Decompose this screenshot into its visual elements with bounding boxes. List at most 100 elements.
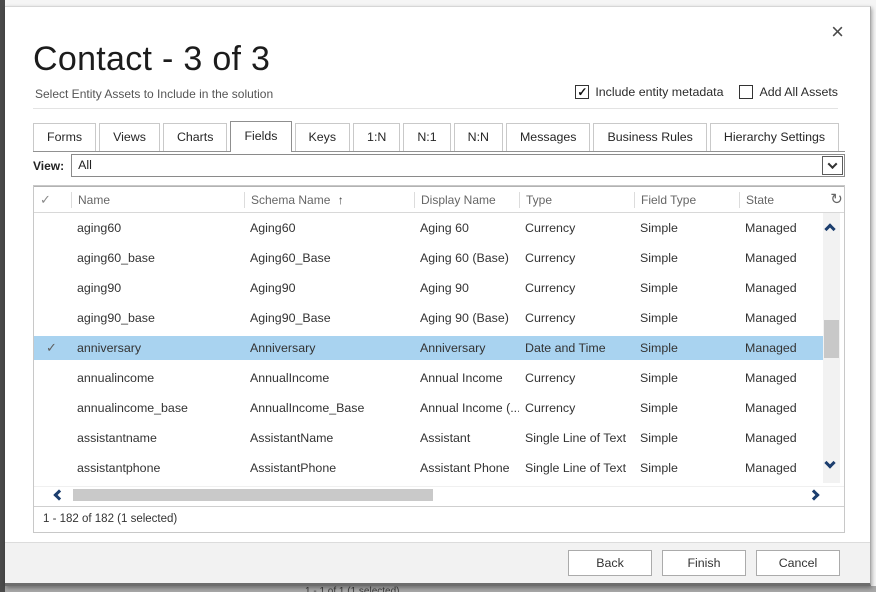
cell-field-type: Simple: [634, 336, 739, 360]
include-entity-metadata-label: Include entity metadata: [595, 85, 723, 99]
column-header-display-name[interactable]: Display Name: [414, 192, 519, 208]
cell-name: aging60: [71, 216, 244, 240]
cell-type: Currency: [519, 246, 634, 270]
column-header-schema-name[interactable]: Schema Name ↑: [244, 192, 414, 208]
cell-type: Currency: [519, 276, 634, 300]
horizontal-scrollbar-thumb[interactable]: [73, 489, 433, 501]
cell-type: Single Line of Text: [519, 426, 634, 450]
table-row-annualincome-base[interactable]: annualincome_base AnnualIncome_Base Annu…: [34, 393, 823, 423]
table-row-annualincome[interactable]: annualincome AnnualIncome Annual Income …: [34, 363, 823, 393]
footer-button-back[interactable]: Back: [568, 550, 652, 576]
cell-field-type: Simple: [634, 276, 739, 300]
vertical-scrollbar-thumb[interactable]: [824, 320, 839, 358]
include-entity-metadata-checkbox[interactable]: ✓ Include entity metadata: [575, 85, 723, 99]
tab-messages[interactable]: Messages: [506, 123, 590, 151]
cell-display-name: Anniversary: [414, 336, 519, 360]
column-header-field-type[interactable]: Field Type: [634, 192, 739, 208]
cell-schema-name: Aging90: [244, 276, 414, 300]
cell-schema-name: Aging60_Base: [244, 246, 414, 270]
cell-name: assistantphone: [71, 456, 244, 480]
tab-charts[interactable]: Charts: [163, 123, 228, 151]
scroll-left-icon[interactable]: [53, 489, 64, 500]
tab-forms[interactable]: Forms: [33, 123, 96, 151]
cell-state: Managed: [739, 216, 823, 240]
select-entity-assets-dialog: × Contact - 3 of 3 Select Entity Assets …: [5, 6, 871, 586]
cell-state: Managed: [739, 336, 823, 360]
cell-state: Managed: [739, 456, 823, 480]
cell-display-name: Annual Income: [414, 366, 519, 390]
view-filter-label: View:: [33, 159, 64, 173]
horizontal-scrollbar[interactable]: [34, 486, 844, 503]
tab-n-1[interactable]: N:1: [403, 123, 450, 151]
checkbox-unchecked-icon[interactable]: [739, 85, 753, 99]
asset-tabs: Forms Views Charts Fields Keys 1:N N:1: [33, 121, 845, 152]
grid-body: aging60 Aging60 Aging 60 Currency Simple…: [34, 213, 844, 483]
scroll-right-icon[interactable]: [808, 489, 819, 500]
checkbox-checked-icon[interactable]: ✓: [575, 85, 589, 99]
tab-n-n[interactable]: N:N: [454, 123, 503, 151]
grid-rows: aging60 Aging60 Aging 60 Currency Simple…: [34, 213, 823, 483]
table-row-assistantphone[interactable]: assistantphone AssistantPhone Assistant …: [34, 453, 823, 483]
tab-hierarchy-settings[interactable]: Hierarchy Settings: [710, 123, 839, 151]
cell-display-name: Annual Income (...: [414, 396, 519, 420]
cell-name: aging90: [71, 276, 244, 300]
cell-schema-name: AnnualIncome: [244, 366, 414, 390]
cell-display-name: Assistant Phone: [414, 456, 519, 480]
column-header-name[interactable]: Name: [71, 192, 244, 208]
tab-fields[interactable]: Fields: [230, 121, 291, 152]
add-all-assets-checkbox[interactable]: Add All Assets: [739, 85, 838, 99]
cell-display-name: Aging 60: [414, 216, 519, 240]
cell-type: Currency: [519, 306, 634, 330]
scroll-down-icon[interactable]: [824, 457, 835, 468]
tab-1-n[interactable]: 1:N: [353, 123, 400, 151]
column-header-type[interactable]: Type: [519, 192, 634, 208]
record-count-status: 1 - 182 of 182 (1 selected): [34, 506, 844, 532]
cell-field-type: Simple: [634, 396, 739, 420]
cell-type: Currency: [519, 396, 634, 420]
table-row-aging90-base[interactable]: aging90_base Aging90_Base Aging 90 (Base…: [34, 303, 823, 333]
cell-field-type: Simple: [634, 366, 739, 390]
cell-display-name: Aging 90: [414, 276, 519, 300]
cell-schema-name: Anniversary: [244, 336, 414, 360]
tab-views[interactable]: Views: [99, 123, 160, 151]
cell-type: Currency: [519, 366, 634, 390]
vertical-scrollbar[interactable]: [823, 213, 840, 483]
cell-type: Single Line of Text: [519, 456, 634, 480]
tab-label: Messages: [520, 130, 576, 144]
cell-schema-name: Aging60: [244, 216, 414, 240]
footer-button-finish[interactable]: Finish: [662, 550, 746, 576]
table-row-assistantname[interactable]: assistantname AssistantName Assistant Si…: [34, 423, 823, 453]
cell-state: Managed: [739, 396, 823, 420]
column-header-schema-label: Schema Name: [251, 193, 330, 207]
tab-business-rules[interactable]: Business Rules: [593, 123, 706, 151]
fields-grid: ✓ Name Schema Name ↑ Display Name Type F…: [33, 185, 845, 533]
cell-name: aging90_base: [71, 306, 244, 330]
cell-field-type: Simple: [634, 306, 739, 330]
entity-options: ✓ Include entity metadata Add All Assets: [575, 85, 838, 99]
tab-keys[interactable]: Keys: [295, 123, 351, 151]
cell-schema-name: AnnualIncome_Base: [244, 396, 414, 420]
select-all-check-icon[interactable]: ✓: [34, 192, 71, 208]
view-filter-select[interactable]: All: [71, 154, 845, 177]
view-filter-dropdown-button[interactable]: [822, 156, 843, 175]
tab-label: Fields: [244, 129, 277, 143]
footer-button-cancel[interactable]: Cancel: [756, 550, 840, 576]
background-window-strip: 1 - 1 of 1 (1 selected): [5, 586, 876, 592]
cell-type: Currency: [519, 216, 634, 240]
page-title: Contact - 3 of 3: [33, 39, 270, 79]
table-row-aging60-base[interactable]: aging60_base Aging60_Base Aging 60 (Base…: [34, 243, 823, 273]
close-icon[interactable]: ×: [831, 21, 844, 43]
cell-state: Managed: [739, 276, 823, 300]
table-row-anniversary[interactable]: ✓ anniversary Anniversary Anniversary Da…: [34, 333, 823, 363]
cell-name: annualincome: [71, 366, 244, 390]
column-header-state[interactable]: State: [739, 192, 823, 208]
cell-display-name: Aging 60 (Base): [414, 246, 519, 270]
table-row-aging60[interactable]: aging60 Aging60 Aging 60 Currency Simple…: [34, 213, 823, 243]
scroll-up-icon[interactable]: [824, 223, 835, 234]
table-row-aging90[interactable]: aging90 Aging90 Aging 90 Currency Simple…: [34, 273, 823, 303]
cell-field-type: Simple: [634, 216, 739, 240]
row-selected-check-icon: ✓: [34, 336, 71, 360]
cell-field-type: Simple: [634, 456, 739, 480]
refresh-icon[interactable]: ↻: [823, 192, 844, 208]
footer-button-label: Cancel: [779, 556, 818, 570]
